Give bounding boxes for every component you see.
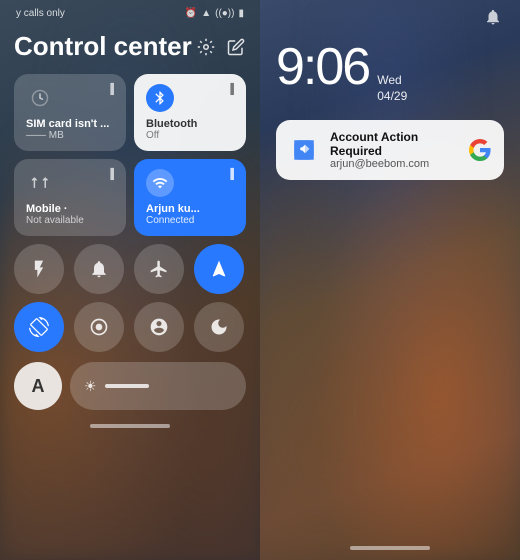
- clock-date: Wed 04/29: [377, 73, 407, 104]
- reading-mode-button[interactable]: [74, 302, 124, 352]
- sim-tile[interactable]: ▐ SIM card isn't ... —— MB: [14, 74, 126, 151]
- wifi-tile[interactable]: ▐ Arjun ku... Connected: [134, 159, 246, 236]
- mobile-icon: [26, 169, 54, 197]
- right-panel: 9:06 Wed 04/29 Account Action Required: [260, 0, 520, 560]
- mobile-sublabel: Not available: [26, 215, 114, 226]
- bt-signal: ▐: [227, 84, 234, 95]
- notification-bell-icon: [484, 8, 502, 31]
- settings-icon[interactable]: [196, 37, 216, 57]
- notif-subtitle: arjun@beebom.com: [330, 158, 458, 170]
- quick-tiles-grid: ▐ SIM card isn't ... —— MB ▐ Bluetooth O…: [14, 74, 246, 236]
- auto-button[interactable]: A: [14, 362, 62, 410]
- icon-row-2: [14, 302, 246, 352]
- right-home-indicator: [350, 546, 430, 550]
- bt-label: Bluetooth: [146, 118, 234, 130]
- title-icon-group: [196, 37, 246, 57]
- home-indicator: [90, 424, 170, 428]
- mobile-signal: ▐: [107, 169, 114, 180]
- notif-app-icon: [288, 134, 320, 166]
- bottom-controls: A ☀: [14, 362, 246, 410]
- bt-tile-top: ▐: [146, 84, 234, 112]
- mobile-tile-top: ▐: [26, 169, 114, 197]
- icon-row-1: [14, 244, 246, 294]
- right-content: 9:06 Wed 04/29 Account Action Required: [276, 0, 504, 180]
- auto-label: A: [32, 376, 45, 397]
- left-panel: y calls only ⏰ ▲ ((●)) ▮ Control center: [0, 0, 260, 560]
- edit-icon[interactable]: [226, 37, 246, 57]
- status-icons: ⏰ ▲ ((●)) ▮: [185, 8, 244, 19]
- clock-date-value: 04/29: [377, 89, 407, 105]
- right-status-bar: [276, 0, 504, 35]
- privacy-button[interactable]: [134, 302, 184, 352]
- autorotate-button[interactable]: [14, 302, 64, 352]
- notif-title: Account Action Required: [330, 130, 458, 158]
- mobile-tile[interactable]: ▐ Mobile · Not available: [14, 159, 126, 236]
- mobile-label: Mobile ·: [26, 203, 114, 215]
- sim-sublabel: —— MB: [26, 130, 114, 141]
- sim-tile-top: ▐: [26, 84, 114, 112]
- bluetooth-tile[interactable]: ▐ Bluetooth Off: [134, 74, 246, 151]
- clock-row: 9:06 Wed 04/29: [276, 41, 504, 104]
- wifi-tile-top: ▐: [146, 169, 234, 197]
- sim-signal: ▐: [107, 84, 114, 95]
- wifi-signal-bar: ▐: [227, 169, 234, 180]
- night-mode-button[interactable]: [194, 302, 244, 352]
- sim-icon: [26, 84, 54, 112]
- brightness-icon: ☀: [84, 378, 97, 395]
- calls-only-label: y calls only: [16, 8, 65, 19]
- google-g-logo: [468, 138, 492, 162]
- brightness-slider[interactable]: ☀: [70, 362, 246, 410]
- notification-card[interactable]: Account Action Required arjun@beebom.com: [276, 120, 504, 180]
- bluetooth-icon: [146, 84, 174, 112]
- airplane-button[interactable]: [134, 244, 184, 294]
- brightness-track: [105, 384, 149, 388]
- signal-icon: ▲: [201, 8, 211, 19]
- wifi-label: Arjun ku...: [146, 203, 234, 215]
- flashlight-button[interactable]: [14, 244, 64, 294]
- page-title-row: Control center: [14, 31, 246, 62]
- wifi-sublabel: Connected: [146, 215, 234, 226]
- left-content: y calls only ⏰ ▲ ((●)) ▮ Control center: [14, 0, 246, 428]
- notif-body: Account Action Required arjun@beebom.com: [330, 130, 458, 170]
- page-title: Control center: [14, 31, 192, 62]
- clock-time: 9:06: [276, 41, 369, 93]
- location-button[interactable]: [194, 244, 244, 294]
- clock-day: Wed: [377, 73, 407, 89]
- bell-button[interactable]: [74, 244, 124, 294]
- sim-label: SIM card isn't ...: [26, 118, 114, 130]
- status-bar: y calls only ⏰ ▲ ((●)) ▮: [14, 0, 246, 23]
- bt-sublabel: Off: [146, 130, 234, 141]
- alarm-icon: ⏰: [185, 8, 197, 19]
- wifi-status-icon: ((●)): [215, 8, 234, 19]
- wifi-icon: [146, 169, 174, 197]
- battery-icon: ▮: [238, 8, 244, 19]
